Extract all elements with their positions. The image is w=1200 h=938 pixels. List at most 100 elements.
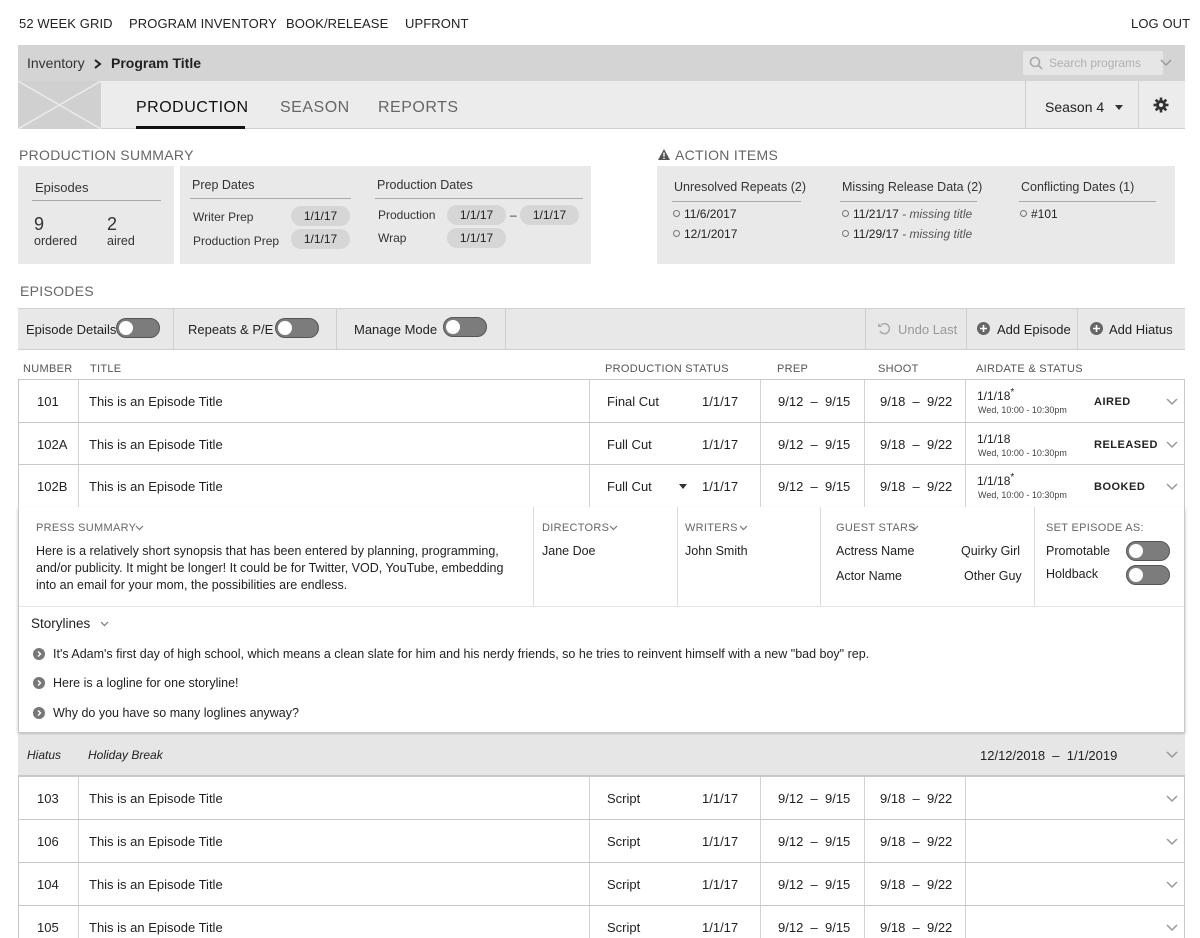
chevron-right-icon <box>94 59 102 69</box>
shoot-range: 9/18 – 9/22 <box>880 479 953 494</box>
repeat-item[interactable]: 12/1/2017 <box>673 227 737 241</box>
episode-title: This is an Episode Title <box>89 394 223 409</box>
airdate: 1/1/18* <box>977 472 1015 488</box>
wrap-date[interactable]: 1/1/17 <box>447 228 506 248</box>
missing-release-item[interactable]: 11/29/17 - missing title <box>842 227 972 241</box>
column-prep[interactable]: PREP <box>777 363 808 375</box>
episode-title: This is an Episode Title <box>89 791 223 806</box>
promotable-label: Promotable <box>1046 544 1110 558</box>
column-number[interactable]: NUMBER <box>23 363 72 375</box>
table-row[interactable]: 101 This is an Episode Title Final Cut 1… <box>18 379 1185 423</box>
guest-star-actor: Actor Name <box>836 569 902 583</box>
hiatus-row[interactable]: Hiatus Holiday Break 12/12/2018 – 1/1/20… <box>18 735 1185 776</box>
shoot-range: 9/18 – 9/22 <box>880 791 953 806</box>
hiatus-range: 12/12/2018 – 1/1/2019 <box>980 748 1118 763</box>
table-row-expanded[interactable]: 102B This is an Episode Title Full Cut 1… <box>18 464 1185 508</box>
arrow-circle-icon <box>33 677 45 689</box>
add-hiatus-button[interactable]: Add Hiatus <box>1078 309 1185 349</box>
chevron-down-icon[interactable] <box>1166 398 1178 406</box>
production-dates-title: Production Dates <box>377 178 473 192</box>
production-prep-date[interactable]: 1/1/17 <box>291 229 350 249</box>
nav-book-release[interactable]: BOOK/RELEASE <box>286 16 388 31</box>
arrow-circle-icon <box>33 707 45 719</box>
episode-title: This is an Episode Title <box>89 437 223 452</box>
episode-number: 101 <box>37 394 59 409</box>
status-date: 1/1/17 <box>702 920 739 935</box>
nav-upfront[interactable]: UPFRONT <box>405 16 469 31</box>
chevron-down-icon[interactable] <box>1166 483 1178 491</box>
table-row[interactable]: 102A This is an Episode Title Full Cut 1… <box>18 422 1185 466</box>
chevron-down-icon[interactable] <box>1166 751 1178 759</box>
episode-title: This is an Episode Title <box>89 920 223 935</box>
table-row[interactable]: 106 This is an Episode Title Script 1/1/… <box>18 819 1185 863</box>
production-status: Final Cut <box>607 394 660 409</box>
nav-52-week-grid[interactable]: 52 WEEK GRID <box>19 16 113 31</box>
repeats-pe-toggle[interactable] <box>275 318 319 338</box>
directors-label[interactable]: DIRECTORS <box>542 522 609 534</box>
table-row[interactable]: 103 This is an Episode Title Script 1/1/… <box>18 776 1185 820</box>
tab-bar: PRODUCTION SEASON REPORTS Season 4 <box>18 81 1185 129</box>
column-production-status[interactable]: PRODUCTION STATUS <box>605 363 729 375</box>
add-episode-button[interactable]: Add Episode <box>967 309 1077 349</box>
tab-season[interactable]: SEASON <box>280 99 350 117</box>
production-start-date[interactable]: 1/1/17 <box>447 205 506 225</box>
production-status-select[interactable]: Full Cut <box>607 479 652 494</box>
press-summary-label[interactable]: PRESS SUMMARY <box>36 522 136 534</box>
airtime: Wed, 10:00 - 10:30pm <box>978 405 1067 415</box>
storylines-label[interactable]: Storylines <box>31 615 90 632</box>
chevron-down-icon[interactable] <box>1166 881 1178 889</box>
writer-name: John Smith <box>685 544 748 558</box>
table-row[interactable]: 105 This is an Episode Title Script 1/1/… <box>18 905 1185 938</box>
prep-range: 9/12 – 9/15 <box>778 791 851 806</box>
guest-stars-label[interactable]: GUEST STARS <box>836 522 916 534</box>
repeat-item[interactable]: 11/6/2017 <box>673 207 737 221</box>
writers-label[interactable]: WRITERS <box>685 522 738 534</box>
writer-prep-date[interactable]: 1/1/17 <box>291 206 350 226</box>
table-row[interactable]: 104 This is an Episode Title Script 1/1/… <box>18 862 1185 906</box>
guest-star-role: Other Guy <box>964 569 1022 583</box>
gear-icon[interactable] <box>1153 97 1169 113</box>
holdback-label: Holdback <box>1046 567 1099 581</box>
nav-program-inventory[interactable]: PROGRAM INVENTORY <box>129 16 277 31</box>
manage-mode-toggle[interactable] <box>443 317 487 337</box>
action-items-heading: ACTION ITEMS <box>675 147 779 163</box>
active-tab-indicator <box>136 126 245 129</box>
column-title[interactable]: TITLE <box>90 363 121 375</box>
chevron-down-icon[interactable] <box>1166 924 1178 932</box>
logout-link[interactable]: LOG OUT <box>1131 16 1190 31</box>
chevron-down-icon[interactable] <box>1160 59 1172 67</box>
chevron-down-icon[interactable] <box>135 525 144 531</box>
wrap-label: Wrap <box>378 231 407 245</box>
episode-details-toggle[interactable] <box>116 318 160 338</box>
chevron-down-icon[interactable] <box>609 525 618 531</box>
missing-release-item[interactable]: 11/21/17 - missing title <box>842 207 972 221</box>
tab-production[interactable]: PRODUCTION <box>136 99 249 117</box>
plus-circle-icon <box>977 322 990 335</box>
production-end-date[interactable]: 1/1/17 <box>520 205 579 225</box>
chevron-down-icon[interactable] <box>100 621 109 627</box>
dates-card: Prep Dates Writer Prep 1/1/17 Production… <box>180 166 591 264</box>
tab-reports[interactable]: REPORTS <box>378 99 459 117</box>
conflict-item[interactable]: #101 <box>1020 207 1058 221</box>
search-input[interactable]: Search programs <box>1023 51 1163 75</box>
chevron-down-icon[interactable] <box>1166 838 1178 846</box>
promotable-toggle[interactable] <box>1126 541 1170 561</box>
plus-circle-icon <box>1090 322 1103 335</box>
holdback-toggle[interactable] <box>1126 565 1170 585</box>
breadcrumb-inventory[interactable]: Inventory <box>27 55 85 71</box>
status-date: 1/1/17 <box>702 479 739 494</box>
column-shoot[interactable]: SHOOT <box>878 363 919 375</box>
episode-number: 104 <box>37 877 59 892</box>
season-dropdown[interactable]: Season 4 <box>1025 81 1139 129</box>
chevron-down-icon[interactable] <box>1166 795 1178 803</box>
chevron-down-icon[interactable] <box>1166 441 1178 449</box>
undo-last-button[interactable]: Undo Last <box>866 309 966 349</box>
caret-down-icon[interactable] <box>679 484 687 489</box>
prep-range: 9/12 – 9/15 <box>778 877 851 892</box>
episode-details-panel: PRESS SUMMARY Here is a relatively short… <box>18 507 1185 733</box>
chevron-down-icon[interactable] <box>910 525 919 531</box>
column-airdate-status[interactable]: AIRDATE & STATUS <box>976 363 1083 375</box>
chevron-down-icon[interactable] <box>739 525 748 531</box>
airdate: 1/1/18* <box>977 387 1015 403</box>
episode-number: 103 <box>37 791 59 806</box>
